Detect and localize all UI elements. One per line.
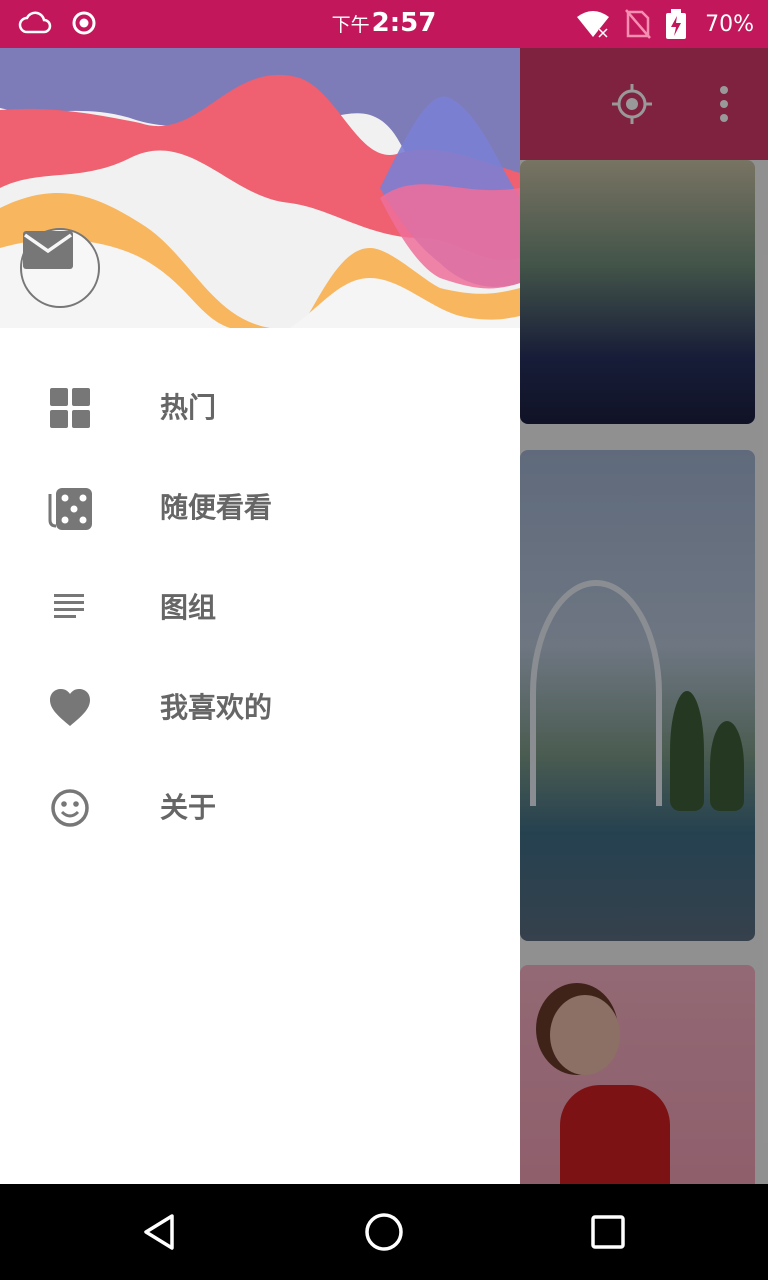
menu-item-albums[interactable]: 图组 <box>0 558 520 658</box>
menu-item-label: 图组 <box>160 591 217 624</box>
time-prefix: 下午 <box>331 14 370 36</box>
drawer-menu: 热门 随便看看 图组 我喜欢的 关于 <box>0 358 520 858</box>
heart-icon <box>50 689 90 726</box>
menu-item-label: 关于 <box>160 791 217 824</box>
battery-percent: 70% <box>705 11 754 37</box>
back-icon[interactable] <box>136 1208 184 1256</box>
menu-item-hot[interactable]: 热门 <box>0 358 520 458</box>
mail-icon <box>23 231 73 269</box>
time-value: 2:57 <box>371 8 437 38</box>
drawer-header <box>0 48 520 328</box>
list-icon <box>54 594 84 618</box>
grid-icon <box>50 388 90 428</box>
navigation-bar <box>0 1184 768 1280</box>
navigation-drawer: 热门 随便看看 图组 我喜欢的 关于 <box>0 48 520 1184</box>
smiley-icon <box>51 789 89 827</box>
recents-icon[interactable] <box>584 1208 632 1256</box>
menu-item-label: 我喜欢的 <box>160 691 273 724</box>
battery-charging-icon <box>666 9 687 39</box>
avatar[interactable] <box>20 228 100 308</box>
status-bar: 下午2:57 70% <box>0 0 768 48</box>
wifi-icon <box>577 11 610 39</box>
menu-item-favorites[interactable]: 我喜欢的 <box>0 658 520 758</box>
status-bar-right: 70% <box>575 8 754 40</box>
menu-item-label: 热门 <box>160 391 217 424</box>
no-sim-icon <box>625 9 652 39</box>
home-icon[interactable] <box>360 1208 408 1256</box>
menu-item-about[interactable]: 关于 <box>0 758 520 858</box>
dice-icon <box>48 488 92 530</box>
menu-item-random[interactable]: 随便看看 <box>0 458 520 558</box>
menu-item-label: 随便看看 <box>160 491 273 524</box>
